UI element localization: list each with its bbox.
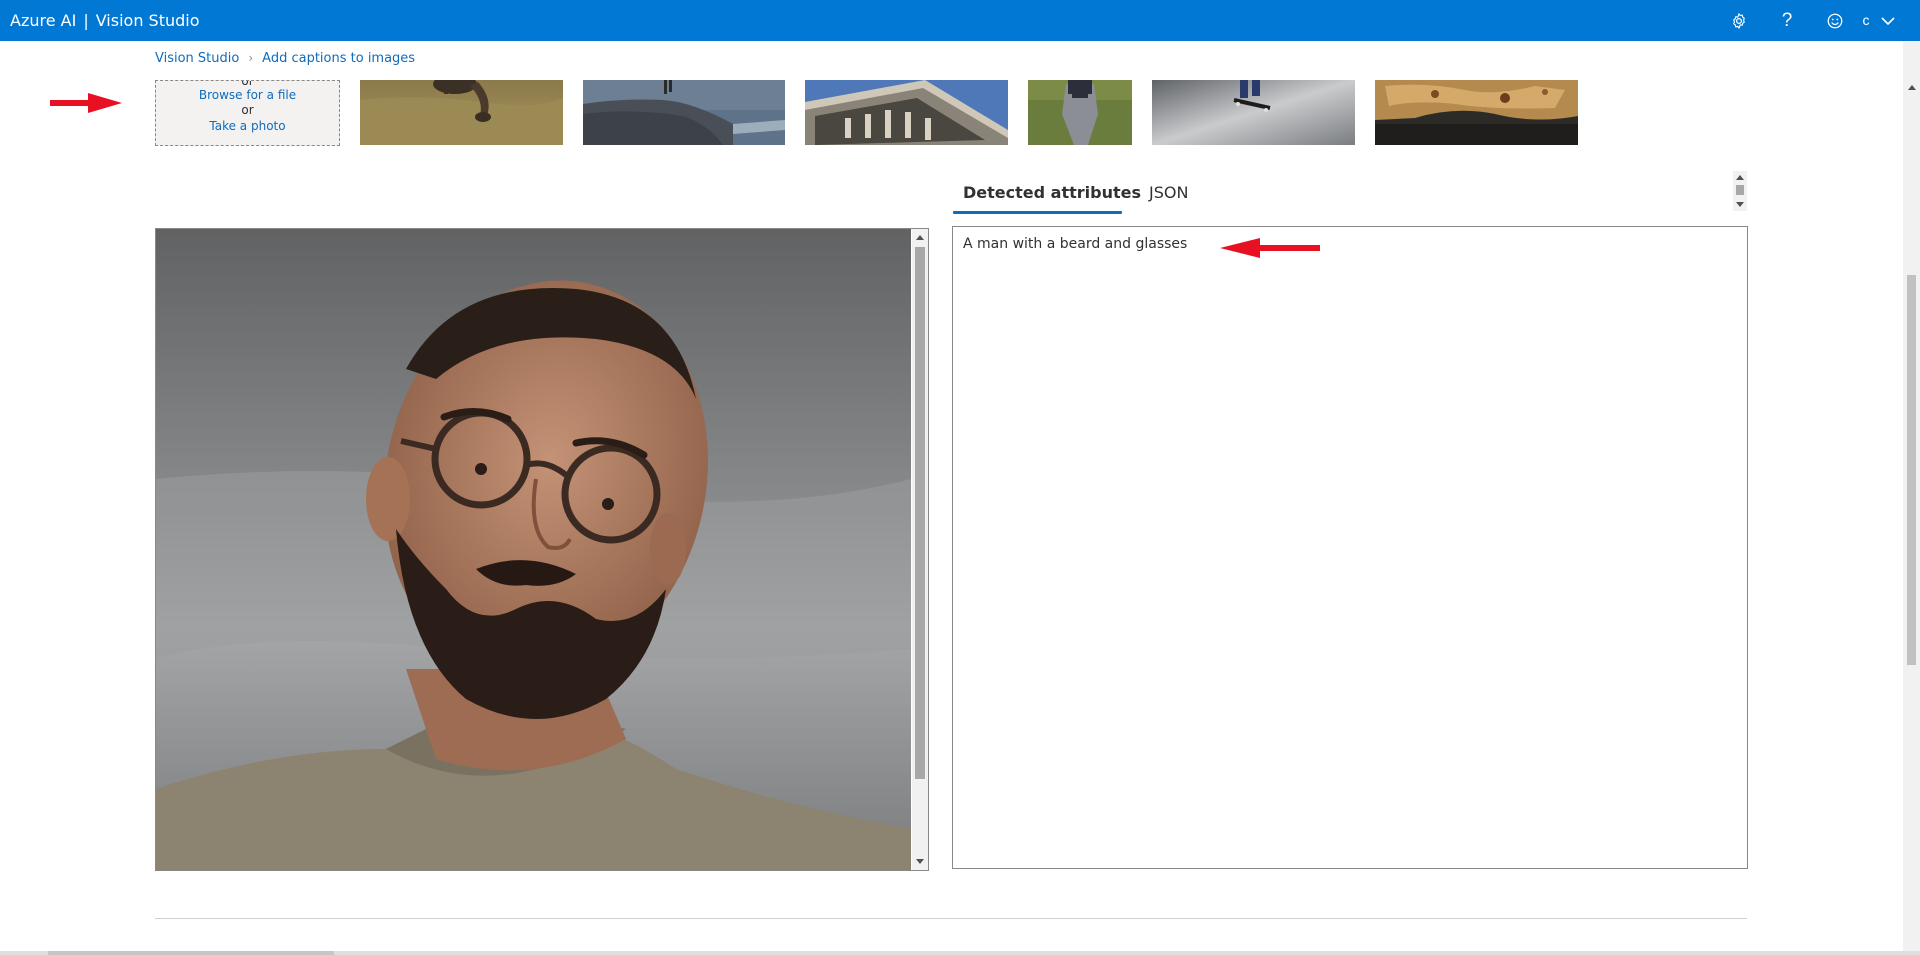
- breadcrumb-current[interactable]: Add captions to images: [262, 51, 415, 66]
- browse-file-link[interactable]: Browse for a file: [156, 88, 339, 102]
- account-menu[interactable]: c: [1862, 0, 1896, 41]
- scroll-thumb[interactable]: [915, 247, 925, 779]
- scroll-down-arrow-icon[interactable]: [916, 859, 924, 864]
- user-initial: c: [1862, 12, 1870, 28]
- upload-cut-text: or: [241, 80, 254, 88]
- bottom-edge: [0, 951, 1920, 955]
- tab-scrollbar[interactable]: [1733, 171, 1747, 211]
- scroll-up-arrow-icon[interactable]: [916, 235, 924, 240]
- caption-result-text: A man with a beard and glasses: [963, 236, 1188, 252]
- image-vertical-scrollbar[interactable]: [912, 229, 928, 870]
- uploaded-photo: [156, 229, 911, 870]
- sample-image-skateboarder[interactable]: [1152, 80, 1355, 145]
- sample-image-baseball[interactable]: [1028, 80, 1132, 145]
- detected-attributes-panel: A man with a beard and glasses: [952, 226, 1748, 869]
- image-preview-panel: [155, 228, 929, 871]
- smiley-icon[interactable]: [1820, 0, 1850, 41]
- take-photo-link[interactable]: Take a photo: [156, 119, 339, 133]
- brand-separator: |: [83, 11, 89, 30]
- brand-azure-ai: Azure AI: [10, 11, 77, 30]
- app-brand[interactable]: Azure AI | Vision Studio: [10, 0, 200, 41]
- section-divider: [155, 918, 1747, 919]
- bottom-edge-segment: [48, 951, 334, 955]
- sample-image-food[interactable]: [1375, 80, 1578, 145]
- page-scrollbar[interactable]: [1903, 41, 1920, 955]
- annotation-arrow-right-icon: [50, 93, 122, 113]
- active-tab-indicator: [953, 211, 1122, 214]
- brand-vision-studio: Vision Studio: [95, 11, 200, 30]
- sample-image-cow[interactable]: [360, 80, 563, 145]
- breadcrumb-vision-studio[interactable]: Vision Studio: [155, 51, 239, 66]
- page-scroll-up-icon[interactable]: [1908, 85, 1916, 90]
- help-icon[interactable]: ?: [1772, 0, 1802, 41]
- annotation-arrow-left-icon: [1220, 238, 1320, 258]
- sample-image-building[interactable]: [805, 80, 1008, 145]
- chevron-down-icon: [1881, 17, 1896, 26]
- sample-image-rock[interactable]: [583, 80, 785, 145]
- breadcrumb-chevron-icon: ›: [248, 51, 254, 65]
- upload-dropzone[interactable]: or Browse for a file or Take a photo: [155, 80, 340, 146]
- tab-json[interactable]: JSON: [1149, 175, 1188, 211]
- breadcrumb: Vision Studio › Add captions to images: [155, 51, 415, 66]
- page-scroll-thumb[interactable]: [1907, 275, 1916, 665]
- tab-detected-attributes[interactable]: Detected attributes: [963, 175, 1141, 211]
- gear-icon[interactable]: [1724, 0, 1754, 41]
- top-bar: Azure AI | Vision Studio ? c: [0, 0, 1920, 41]
- upload-or-text: or: [241, 103, 254, 117]
